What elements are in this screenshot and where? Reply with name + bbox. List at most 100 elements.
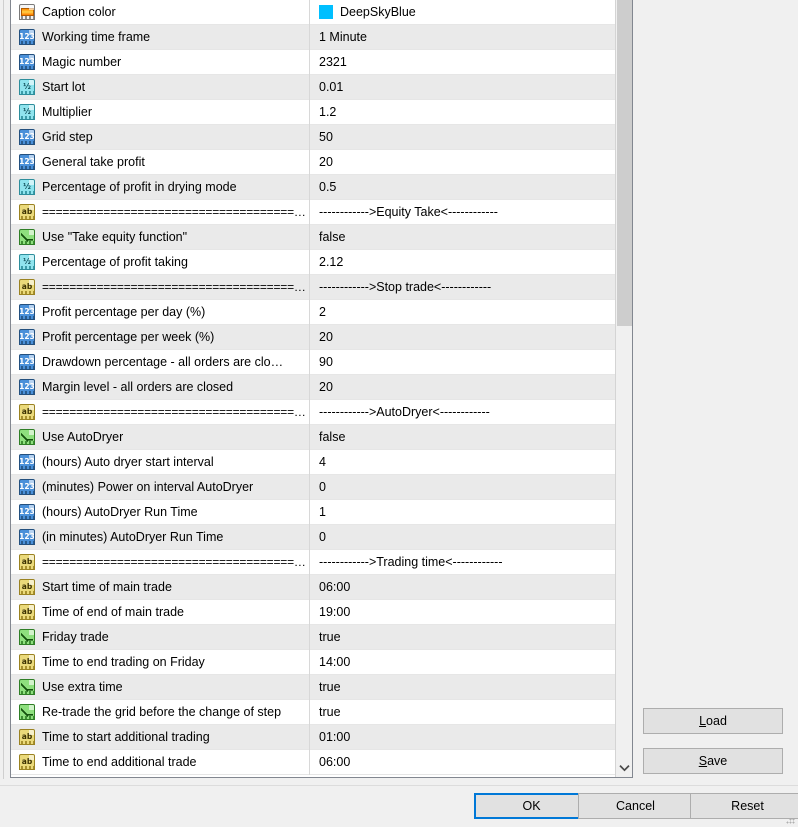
parameter-name-cell[interactable]: 123 (minutes) Power on interval AutoDryer	[11, 474, 310, 500]
table-row[interactable]: 123 Profit percentage per day (%) 2	[11, 299, 615, 325]
table-row[interactable]: Use "Take equity function" false	[11, 224, 615, 250]
parameter-name-cell[interactable]: ½ Percentage of profit taking	[11, 249, 310, 275]
table-row[interactable]: ab Time to end trading on Friday 14:00	[11, 649, 615, 675]
table-row[interactable]: Use AutoDryer false	[11, 424, 615, 450]
parameter-value-cell[interactable]: 2321	[310, 50, 615, 75]
parameter-name-cell[interactable]: 123 Magic number	[11, 49, 310, 75]
table-row[interactable]: 123 Magic number 2321	[11, 49, 615, 75]
parameter-name-cell[interactable]: 123 (hours) Auto dryer start interval	[11, 449, 310, 475]
table-row[interactable]: 123 Margin level - all orders are closed 2…	[11, 374, 615, 400]
parameter-name-cell[interactable]: Friday trade	[11, 624, 310, 650]
table-row[interactable]: ab Start time of main trade 06:00	[11, 574, 615, 600]
parameter-value-cell[interactable]: 2.12	[310, 250, 615, 275]
parameter-name-cell[interactable]: 123 Drawdown percentage - all orders are …	[11, 349, 310, 375]
table-row[interactable]: 123 General take profit 20	[11, 149, 615, 175]
parameter-value-cell[interactable]: false	[310, 225, 615, 250]
parameter-name-cell[interactable]: ½ Start lot	[11, 74, 310, 100]
table-row[interactable]: 123 Drawdown percentage - all orders are …	[11, 349, 615, 375]
parameter-value-cell[interactable]: 1	[310, 500, 615, 525]
parameter-name-cell[interactable]: 123 Working time frame	[11, 24, 310, 50]
parameter-value-cell[interactable]: DeepSkyBlue	[310, 0, 615, 25]
table-row[interactable]: 123 (hours) AutoDryer Run Time 1	[11, 499, 615, 525]
parameter-value-cell[interactable]: ------------>AutoDryer<------------	[310, 400, 615, 425]
parameter-value-cell[interactable]: 0	[310, 475, 615, 500]
table-row[interactable]: ½ Percentage of profit in drying mode 0.5	[11, 174, 615, 200]
parameter-name-cell[interactable]: ab Start time of main trade	[11, 574, 310, 600]
table-row[interactable]: Re-trade the grid before the change of s…	[11, 699, 615, 725]
parameter-name-cell[interactable]: 123 (hours) AutoDryer Run Time	[11, 499, 310, 525]
table-row[interactable]: ½ Multiplier 1.2	[11, 99, 615, 125]
chevron-down-icon[interactable]	[616, 758, 632, 777]
table-row[interactable]: Use extra time true	[11, 674, 615, 700]
parameter-name-cell[interactable]: ab =====================================…	[11, 399, 310, 425]
table-row[interactable]: Friday trade true	[11, 624, 615, 650]
table-row[interactable]: ab Time to end additional trade 06:00	[11, 749, 615, 775]
parameter-name-cell[interactable]: 123 (in minutes) AutoDryer Run Time	[11, 524, 310, 550]
parameter-value-cell[interactable]: 1.2	[310, 100, 615, 125]
parameter-value-cell[interactable]: 4	[310, 450, 615, 475]
table-row[interactable]: ab =====================================……	[11, 399, 615, 425]
parameter-name-cell[interactable]: ½ Multiplier	[11, 99, 310, 125]
parameter-name-cell[interactable]: Use extra time	[11, 674, 310, 700]
parameter-value-cell[interactable]: ------------>Stop trade<------------	[310, 275, 615, 300]
scrollbar-thumb[interactable]	[617, 0, 632, 326]
parameter-value-cell[interactable]: 06:00	[310, 575, 615, 600]
ok-button[interactable]: OK	[474, 793, 589, 819]
parameter-value-cell[interactable]: false	[310, 425, 615, 450]
parameter-value-cell[interactable]: 1 Minute	[310, 25, 615, 50]
parameter-name-cell[interactable]: ab Time to start additional trading	[11, 724, 310, 750]
parameter-name-cell[interactable]: 123 Grid step	[11, 124, 310, 150]
table-row[interactable]: ab Time of end of main trade 19:00	[11, 599, 615, 625]
parameter-value-cell[interactable]: true	[310, 675, 615, 700]
parameter-value-cell[interactable]: 14:00	[310, 650, 615, 675]
table-row[interactable]: ab =====================================……	[11, 199, 615, 225]
parameter-name-cell[interactable]: Re-trade the grid before the change of s…	[11, 699, 310, 725]
table-row[interactable]: 123 (minutes) Power on interval AutoDryer…	[11, 474, 615, 500]
parameter-name-cell[interactable]: Use AutoDryer	[11, 424, 310, 450]
parameter-name-cell[interactable]: 123 Profit percentage per day (%)	[11, 299, 310, 325]
table-row[interactable]: ab Time to start additional trading 01:00	[11, 724, 615, 750]
parameter-value-cell[interactable]: true	[310, 700, 615, 725]
parameter-name-cell[interactable]: 123 Profit percentage per week (%)	[11, 324, 310, 350]
parameter-name-cell[interactable]: ab Time of end of main trade	[11, 599, 310, 625]
parameter-value-cell[interactable]: 06:00	[310, 750, 615, 775]
parameter-name-cell[interactable]: ½ Percentage of profit in drying mode	[11, 174, 310, 200]
parameter-name-cell[interactable]: ab Time to end trading on Friday	[11, 649, 310, 675]
parameter-value-cell[interactable]: ------------>Equity Take<------------	[310, 200, 615, 225]
parameter-name-cell[interactable]: 123 Margin level - all orders are closed	[11, 374, 310, 400]
parameter-value-cell[interactable]: 50	[310, 125, 615, 150]
table-row[interactable]: ½ Percentage of profit taking 2.12	[11, 249, 615, 275]
parameter-value-cell[interactable]: true	[310, 625, 615, 650]
parameter-value-cell[interactable]: 0	[310, 525, 615, 550]
cancel-button[interactable]: Cancel	[578, 793, 693, 819]
table-row[interactable]: ab =====================================……	[11, 274, 615, 300]
table-row[interactable]: 123 Profit percentage per week (%) 20	[11, 324, 615, 350]
parameter-value-cell[interactable]: ------------>Trading time<------------	[310, 550, 615, 575]
parameter-value-cell[interactable]: 2	[310, 300, 615, 325]
save-button[interactable]: Save	[643, 748, 783, 774]
parameter-value-cell[interactable]: 19:00	[310, 600, 615, 625]
parameter-name-cell[interactable]: ab =====================================…	[11, 549, 310, 575]
parameter-name-cell[interactable]: Use "Take equity function"	[11, 224, 310, 250]
table-row[interactable]: 123 Grid step 50	[11, 124, 615, 150]
parameter-value-cell[interactable]: 0.01	[310, 75, 615, 100]
parameter-name-cell[interactable]: 123 General take profit	[11, 149, 310, 175]
parameter-name-cell[interactable]: ab Time to end additional trade	[11, 749, 310, 775]
load-button[interactable]: Load	[643, 708, 783, 734]
table-row[interactable]: 123 Working time frame 1 Minute	[11, 24, 615, 50]
reset-button[interactable]: Reset	[690, 793, 798, 819]
parameter-name-cell[interactable]: ab =====================================…	[11, 199, 310, 225]
parameters-list[interactable]: Caption color DeepSkyBlue 123 Working time …	[10, 0, 633, 778]
parameter-name-cell[interactable]: ab =====================================…	[11, 274, 310, 300]
parameter-value-cell[interactable]: 0.5	[310, 175, 615, 200]
parameter-name-cell[interactable]: Caption color	[11, 0, 310, 25]
table-row[interactable]: Caption color DeepSkyBlue	[11, 0, 615, 25]
table-row[interactable]: ab =====================================……	[11, 549, 615, 575]
parameter-value-cell[interactable]: 20	[310, 325, 615, 350]
parameter-value-cell[interactable]: 90	[310, 350, 615, 375]
parameters-vertical-scrollbar[interactable]	[615, 0, 632, 777]
parameter-value-cell[interactable]: 20	[310, 375, 615, 400]
table-row[interactable]: ½ Start lot 0.01	[11, 74, 615, 100]
parameter-value-cell[interactable]: 20	[310, 150, 615, 175]
parameter-value-cell[interactable]: 01:00	[310, 725, 615, 750]
